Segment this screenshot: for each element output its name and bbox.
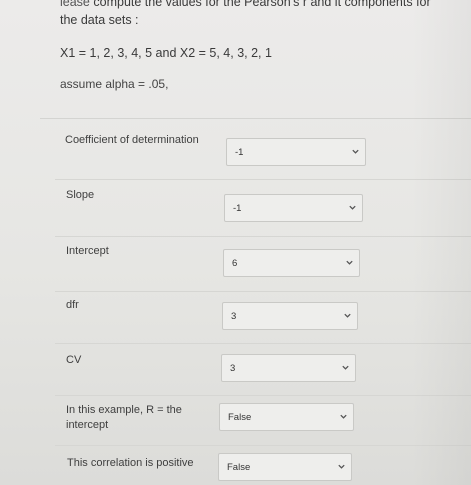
select-r-equals-intercept[interactable]: False	[219, 403, 354, 431]
row-divider	[55, 395, 471, 396]
select-value: -1	[235, 147, 244, 158]
quiz-page: lease compute the values for the Pearson…	[0, 0, 471, 485]
chevron-down-icon	[338, 464, 345, 469]
row-divider	[55, 236, 471, 237]
question-line-1-text: compute the values for the Pearson's r a…	[93, 0, 431, 9]
divider	[40, 118, 471, 119]
select-coefficient-of-determination[interactable]: -1	[226, 138, 366, 166]
row-divider	[55, 291, 471, 292]
select-dfr[interactable]: 3	[222, 302, 358, 330]
chevron-down-icon	[349, 205, 356, 210]
row-divider	[55, 343, 471, 344]
select-value: 6	[232, 258, 238, 269]
question-text: lease compute the values for the Pearson…	[60, 0, 460, 29]
select-slope[interactable]: -1	[224, 194, 363, 222]
row-divider	[55, 445, 471, 446]
select-correlation-positive[interactable]: False	[218, 453, 352, 481]
alpha-text: assume alpha = .05,	[60, 77, 169, 91]
label-intercept: Intercept	[66, 245, 109, 257]
label-dfr: dfr	[66, 299, 79, 311]
data-sets-text: X1 = 1, 2, 3, 4, 5 and X2 = 5, 4, 3, 2, …	[60, 46, 272, 60]
chevron-down-icon	[352, 149, 359, 154]
label-coefficient-of-determination: Coefficient of determination	[65, 134, 199, 146]
lighting-shade	[411, 0, 471, 485]
label-r-equals-intercept: In this example, R = the intercept	[66, 404, 182, 431]
row-divider	[55, 179, 471, 180]
select-value: -1	[233, 203, 242, 214]
label-slope: Slope	[66, 189, 95, 201]
chevron-down-icon	[346, 260, 353, 265]
question-line-1-cut: lease	[60, 0, 90, 9]
question-line-2: the data sets :	[60, 13, 139, 27]
select-value: False	[227, 462, 251, 473]
select-value: 3	[230, 363, 236, 374]
select-cv[interactable]: 3	[221, 354, 356, 382]
select-intercept[interactable]: 6	[223, 249, 360, 277]
chevron-down-icon	[344, 313, 351, 318]
label-cv: CV	[66, 354, 82, 366]
select-value: 3	[231, 311, 237, 322]
question-line-1: lease compute the values for the Pearson…	[60, 0, 460, 11]
chevron-down-icon	[340, 414, 347, 419]
select-value: False	[228, 412, 252, 423]
chevron-down-icon	[342, 365, 349, 370]
label-correlation-positive: This correlation is positive	[67, 457, 194, 469]
